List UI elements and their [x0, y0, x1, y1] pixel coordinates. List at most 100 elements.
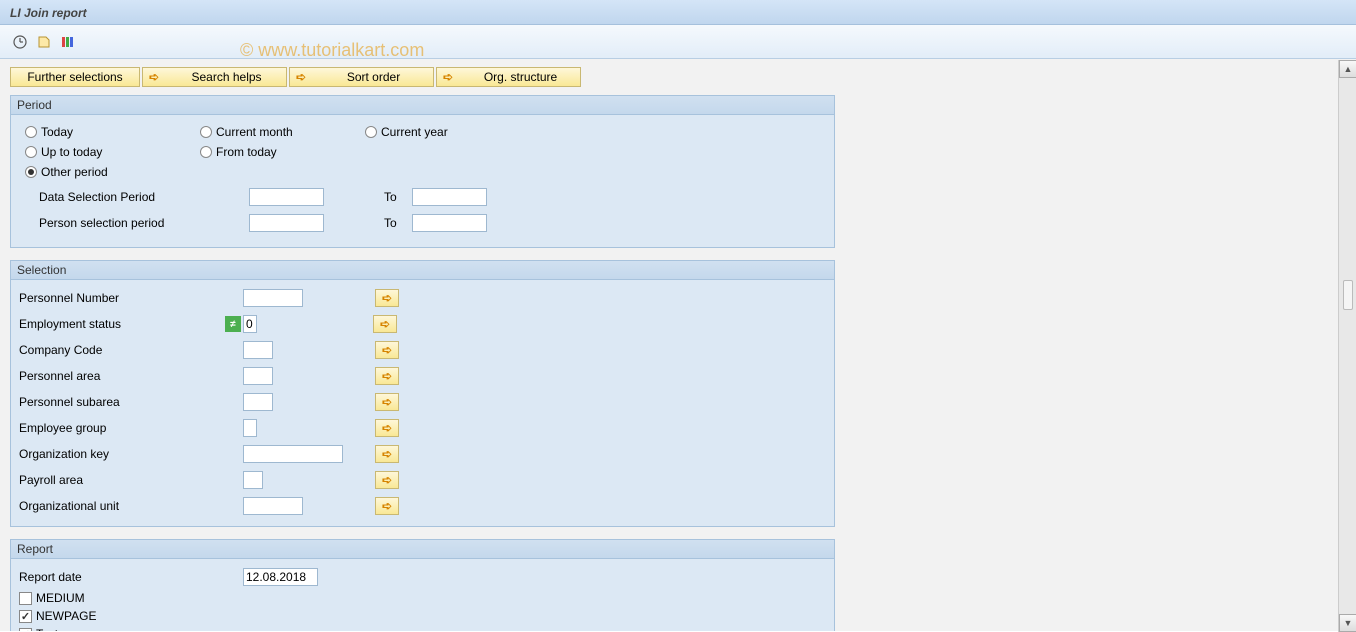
variant-icon[interactable]	[34, 32, 54, 52]
page-title: LI Join report	[10, 6, 87, 20]
period-content: Today Current month Current year Up to t…	[11, 115, 834, 247]
personnel-subarea-input[interactable]	[243, 393, 273, 411]
payroll-area-input[interactable]	[243, 471, 263, 489]
radio-current-year[interactable]: Current year	[365, 125, 515, 139]
organization-key-label: Organization key	[19, 447, 243, 461]
radio-icon	[200, 126, 212, 138]
radio-from-today[interactable]: From today	[200, 145, 365, 159]
radio-from-today-label: From today	[216, 145, 277, 159]
personnel-subarea-multiple-button[interactable]: ➪	[375, 393, 399, 411]
further-selections-button[interactable]: Further selections	[10, 67, 140, 87]
organization-key-input[interactable]	[243, 445, 343, 463]
org-structure-button[interactable]: ➪ Org. structure	[436, 67, 581, 87]
radio-today-label: Today	[41, 125, 73, 139]
title-bar: LI Join report	[0, 0, 1356, 25]
report-title: Report	[11, 540, 834, 559]
radio-icon	[365, 126, 377, 138]
personnel-number-multiple-button[interactable]: ➪	[375, 289, 399, 307]
report-date-label: Report date	[19, 570, 243, 584]
radio-today[interactable]: Today	[25, 125, 200, 139]
radio-up-to-today[interactable]: Up to today	[25, 145, 200, 159]
report-date-input[interactable]	[243, 568, 318, 586]
company-code-label: Company Code	[19, 343, 243, 357]
radio-up-to-today-label: Up to today	[41, 145, 102, 159]
company-code-multiple-button[interactable]: ➪	[375, 341, 399, 359]
data-selection-to-input[interactable]	[412, 188, 487, 206]
content-area: Further selections ➪ Search helps ➪ Sort…	[0, 59, 1356, 631]
newpage-label: NEWPAGE	[36, 609, 96, 623]
test-checkbox[interactable]	[19, 628, 32, 632]
company-code-input[interactable]	[243, 341, 273, 359]
person-selection-period-label: Person selection period	[25, 216, 249, 230]
newpage-checkbox[interactable]	[19, 610, 32, 623]
employment-status-label: Employment status	[19, 317, 225, 331]
selection-options-icon[interactable]	[58, 32, 78, 52]
radio-current-month[interactable]: Current month	[200, 125, 365, 139]
personnel-area-multiple-button[interactable]: ➪	[375, 367, 399, 385]
organization-key-multiple-button[interactable]: ➪	[375, 445, 399, 463]
employment-status-multiple-button[interactable]: ➪	[373, 315, 397, 333]
radio-current-month-label: Current month	[216, 125, 293, 139]
data-selection-from-input[interactable]	[249, 188, 324, 206]
personnel-area-label: Personnel area	[19, 369, 243, 383]
employee-group-input[interactable]	[243, 419, 257, 437]
vertical-scrollbar[interactable]: ▲ ▼	[1338, 60, 1356, 632]
execute-icon[interactable]	[10, 32, 30, 52]
personnel-area-input[interactable]	[243, 367, 273, 385]
personnel-number-input[interactable]	[243, 289, 303, 307]
employee-group-label: Employee group	[19, 421, 243, 435]
arrow-right-icon: ➪	[382, 473, 392, 487]
person-selection-to-input[interactable]	[412, 214, 487, 232]
sort-order-button[interactable]: ➪ Sort order	[289, 67, 434, 87]
further-selections-label: Further selections	[27, 70, 122, 84]
organizational-unit-multiple-button[interactable]: ➪	[375, 497, 399, 515]
arrow-right-icon: ➪	[382, 343, 392, 357]
person-selection-from-input[interactable]	[249, 214, 324, 232]
report-content: Report date MEDIUM NEWPAGE Test	[11, 559, 834, 631]
employment-status-input[interactable]	[243, 315, 257, 333]
scroll-up-icon[interactable]: ▲	[1339, 60, 1356, 78]
radio-icon	[25, 166, 37, 178]
arrow-right-icon: ➪	[149, 70, 159, 84]
not-equal-icon[interactable]: ≠	[225, 316, 241, 332]
scroll-down-icon[interactable]: ▼	[1339, 614, 1356, 632]
to-label: To	[384, 216, 404, 230]
arrow-right-icon: ➪	[443, 70, 453, 84]
radio-current-year-label: Current year	[381, 125, 448, 139]
radio-icon	[25, 126, 37, 138]
radio-icon	[25, 146, 37, 158]
arrow-right-icon: ➪	[382, 395, 392, 409]
organizational-unit-input[interactable]	[243, 497, 303, 515]
arrow-right-icon: ➪	[296, 70, 306, 84]
period-group: Period Today Current month Current year	[10, 95, 835, 248]
payroll-area-label: Payroll area	[19, 473, 243, 487]
radio-other-period-label: Other period	[41, 165, 108, 179]
organizational-unit-label: Organizational unit	[19, 499, 243, 513]
org-structure-label: Org. structure	[465, 70, 576, 84]
to-label: To	[384, 190, 404, 204]
search-helps-label: Search helps	[171, 70, 282, 84]
scroll-grip-icon[interactable]	[1343, 280, 1353, 310]
selection-content: Personnel Number ➪ Employment status ≠ ➪…	[11, 280, 834, 526]
personnel-number-label: Personnel Number	[19, 291, 243, 305]
employee-group-multiple-button[interactable]: ➪	[375, 419, 399, 437]
data-selection-period-label: Data Selection Period	[25, 190, 249, 204]
payroll-area-multiple-button[interactable]: ➪	[375, 471, 399, 489]
arrow-right-icon: ➪	[382, 447, 392, 461]
selection-group: Selection Personnel Number ➪ Employment …	[10, 260, 835, 527]
arrow-right-icon: ➪	[382, 421, 392, 435]
arrow-right-icon: ➪	[382, 499, 392, 513]
search-helps-button[interactable]: ➪ Search helps	[142, 67, 287, 87]
toolbar	[0, 25, 1356, 59]
sort-order-label: Sort order	[318, 70, 429, 84]
radio-icon	[200, 146, 212, 158]
medium-checkbox[interactable]	[19, 592, 32, 605]
arrow-right-icon: ➪	[380, 317, 390, 331]
test-label: Test	[36, 627, 58, 631]
action-buttons: Further selections ➪ Search helps ➪ Sort…	[10, 67, 1346, 87]
period-title: Period	[11, 96, 834, 115]
radio-other-period[interactable]: Other period	[25, 165, 200, 179]
personnel-subarea-label: Personnel subarea	[19, 395, 243, 409]
arrow-right-icon: ➪	[382, 369, 392, 383]
medium-label: MEDIUM	[36, 591, 85, 605]
